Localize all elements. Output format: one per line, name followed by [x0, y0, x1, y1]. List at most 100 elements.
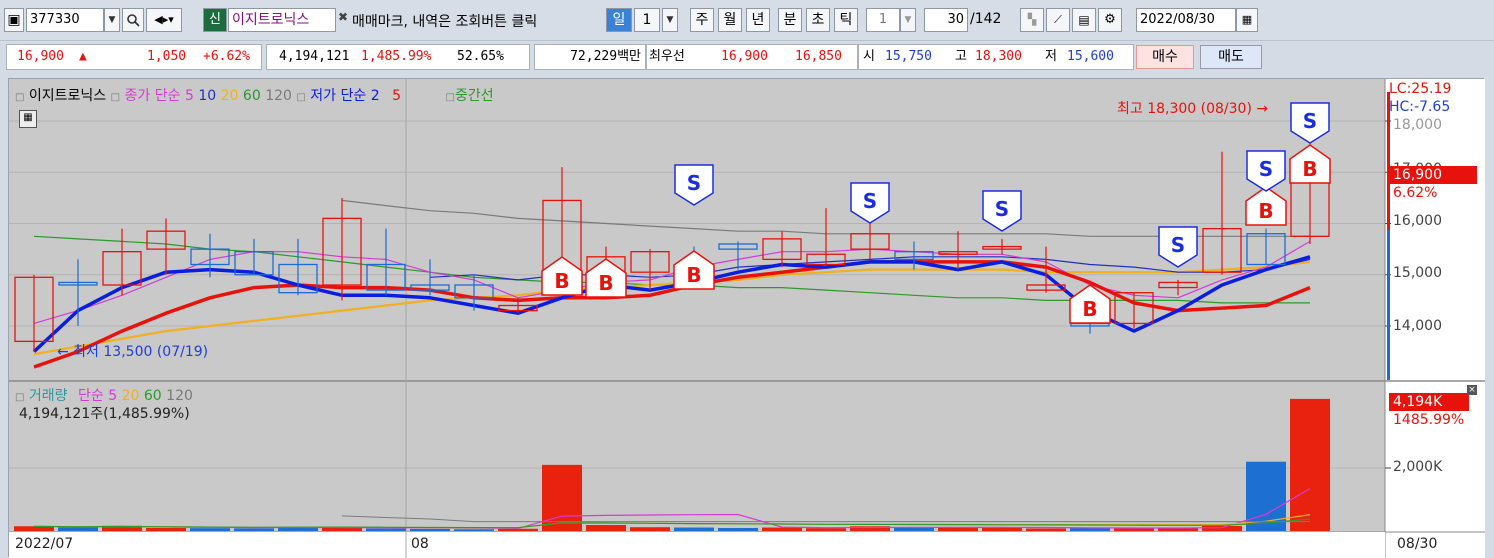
x-label-last: 08/30	[1397, 536, 1438, 552]
legend-ma10[interactable]: 10	[198, 88, 216, 104]
legend-ma120[interactable]: 120	[265, 88, 292, 104]
volume-readout: 4,194,121주(1,485.99%)	[19, 406, 190, 422]
current-price-axis: 16,900	[1393, 167, 1442, 183]
table-icon[interactable]: ▦	[19, 110, 37, 128]
sell-mark-label: S	[1171, 233, 1185, 257]
best-bid: 16,850	[795, 49, 842, 64]
volume-bar[interactable]	[58, 527, 98, 531]
range-bar-up	[1387, 92, 1390, 230]
buy-mark-label: B	[1302, 157, 1317, 181]
best-label: 최우선	[649, 49, 685, 64]
legend-ma-low-label[interactable]: 저가 단순	[310, 88, 366, 104]
legend-vol-ma5[interactable]: 5	[108, 388, 117, 404]
buy-mark-label: B	[1082, 297, 1097, 321]
legend-low-ma2[interactable]: 2	[371, 88, 380, 104]
volume-ratio: 1,485.99%	[361, 49, 432, 64]
tab-year[interactable]: 년	[746, 8, 770, 32]
price-legend: □ 이지트로닉스 □ 종가 단순 5 10 20 60 120 □ 저가 단순 …	[15, 88, 494, 104]
price-tick-4: 14,000	[1393, 318, 1442, 334]
legend-low-ma5[interactable]: 5	[392, 88, 401, 104]
buy-button[interactable]: 매수	[1136, 45, 1194, 69]
volume-bar[interactable]	[366, 528, 406, 531]
date-input[interactable]: 2022/08/30	[1136, 8, 1236, 32]
chart-tool-icon[interactable]: ▚	[1020, 8, 1044, 32]
tick-value-input[interactable]: 1	[866, 8, 900, 32]
volume-bar[interactable]	[1290, 398, 1330, 531]
tab-minute[interactable]: 분	[778, 8, 802, 32]
high-annotation: 최고 18,300 (08/30) →	[1117, 101, 1269, 117]
volume-bar[interactable]	[982, 527, 1022, 531]
x-label-jul: 2022/07	[15, 536, 74, 552]
legend-midline[interactable]: 중간선	[455, 88, 494, 104]
lc-label: LC:25.19	[1389, 81, 1452, 97]
volume-pct-axis: 1485.99%	[1393, 412, 1465, 428]
close-icon[interactable]: ×	[1467, 385, 1477, 395]
legend-ma20[interactable]: 20	[221, 88, 239, 104]
stock-name-field[interactable]: 이지트로닉스	[228, 8, 336, 32]
volume-bar[interactable]	[1114, 528, 1154, 531]
tab-month[interactable]: 월	[718, 8, 742, 32]
volume-current-axis: 4,194K	[1393, 394, 1443, 410]
tab-day[interactable]: 일	[606, 8, 632, 32]
price-box: 16,900 ▲ 1,050 +6.62%	[6, 44, 262, 70]
turnover-ratio: 52.65%	[457, 49, 504, 64]
menu-icon[interactable]: ▣	[4, 8, 24, 32]
volume-bar[interactable]	[718, 528, 758, 531]
volume-tick: 2,000K	[1393, 459, 1443, 475]
range-bar-down	[1387, 230, 1390, 380]
current-pct-axis: 6.62%	[1393, 185, 1438, 201]
mark-icon: ✖	[338, 10, 349, 24]
save-icon[interactable]: ▤	[1072, 8, 1096, 32]
tab-second[interactable]: 초	[806, 8, 830, 32]
volume-bar[interactable]	[454, 529, 494, 531]
volume-bar[interactable]	[190, 528, 230, 531]
calendar-icon[interactable]: ▦	[1236, 8, 1258, 32]
legend-stock-name[interactable]: 이지트로닉스	[29, 88, 106, 104]
tick-dropdown-icon[interactable]: ▼	[900, 8, 916, 32]
period-value[interactable]: 1	[634, 8, 660, 32]
volume-bar[interactable]	[630, 527, 670, 531]
volume-bar[interactable]	[806, 528, 846, 531]
count-total: /142	[970, 11, 1002, 27]
legend-volume-label[interactable]: 거래량	[29, 388, 68, 404]
volume-bar[interactable]	[1026, 528, 1066, 531]
legend-ma5[interactable]: 5	[185, 88, 194, 104]
legend-vol-ma120[interactable]: 120	[166, 388, 193, 404]
change-percent: +6.62%	[203, 49, 250, 64]
volume-bar[interactable]	[498, 528, 538, 531]
volume-bar[interactable]	[146, 528, 186, 531]
speaker-icon[interactable]: ◀▸▾	[146, 8, 182, 32]
period-dropdown-icon[interactable]: ▼	[662, 8, 678, 32]
volume-bar[interactable]	[234, 528, 274, 531]
legend-vol-ma20[interactable]: 20	[122, 388, 140, 404]
volume-bar[interactable]	[1202, 525, 1242, 531]
gear-icon[interactable]: ⚙	[1098, 8, 1122, 32]
legend-ma60[interactable]: 60	[243, 88, 261, 104]
main-toolbar: ▣ 377330 ▼ ◀▸▾ 신 이지트로닉스 ✖ 매매마크, 내역은 조회버튼…	[0, 0, 1494, 41]
best-quote-box: 최우선 16,900 16,850	[646, 44, 858, 70]
volume-bar[interactable]	[542, 464, 582, 531]
count-input[interactable]: 30	[924, 8, 968, 32]
code-dropdown-icon[interactable]: ▼	[104, 8, 120, 32]
volume-bar[interactable]	[938, 527, 978, 531]
sell-button[interactable]: 매도	[1200, 45, 1262, 69]
volume-bar[interactable]	[762, 527, 802, 531]
quote-bar: 16,900 ▲ 1,050 +6.62% 4,194,121 1,485.99…	[6, 44, 1264, 72]
volume-bar[interactable]	[674, 527, 714, 531]
stock-code-input[interactable]: 377330	[26, 8, 104, 32]
sell-mark-label: S	[995, 197, 1009, 221]
tab-tick[interactable]: 틱	[834, 8, 858, 32]
legend-vol-ma60[interactable]: 60	[144, 388, 162, 404]
tab-week[interactable]: 주	[690, 8, 714, 32]
chart-canvas[interactable]: B B BBBBSS SSSS	[9, 79, 1485, 558]
sell-mark-label: S	[863, 189, 877, 213]
legend-ma-close-label[interactable]: 종가 단순	[125, 88, 181, 104]
legend-vol-ma-label[interactable]: 단순	[78, 388, 104, 404]
volume-bar[interactable]	[586, 525, 626, 531]
search-icon[interactable]	[122, 8, 144, 32]
hc-label: HC:-7.65	[1389, 99, 1451, 115]
price-tick-3: 15,000	[1393, 265, 1442, 281]
draw-tool-icon[interactable]: ⟋	[1046, 8, 1070, 32]
volume-bar[interactable]	[410, 528, 450, 531]
buy-mark-label: B	[686, 263, 701, 287]
